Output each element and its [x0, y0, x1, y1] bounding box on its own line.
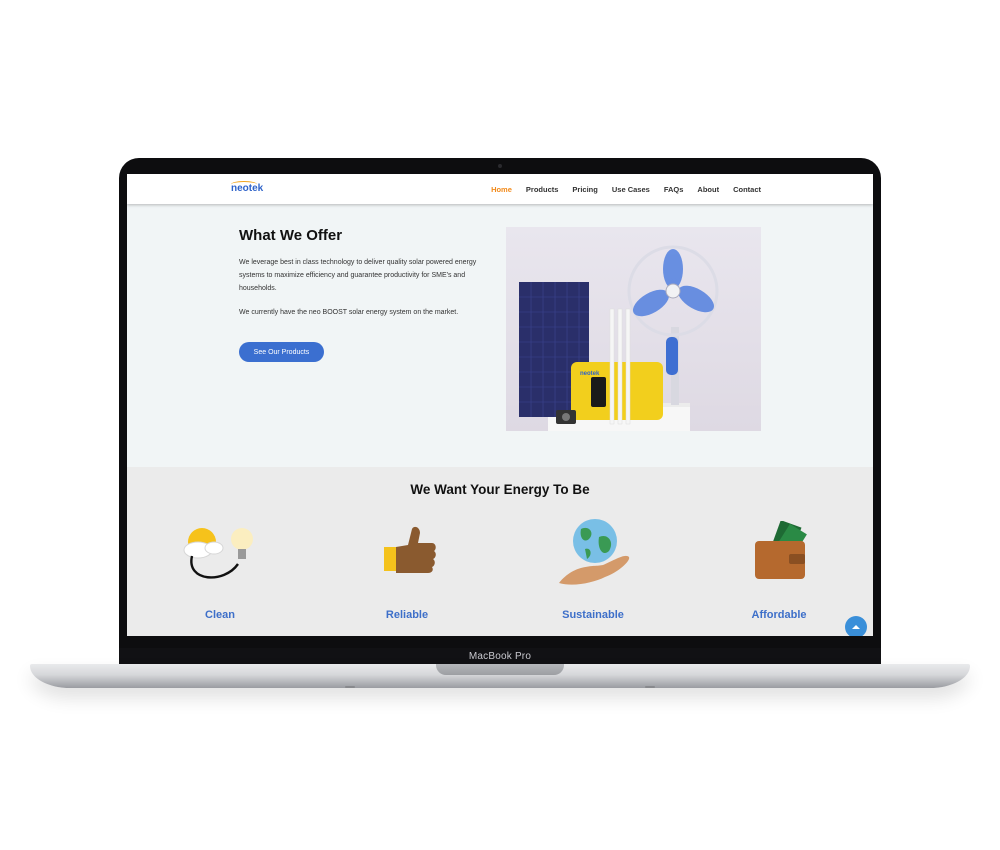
logo[interactable]: neotek — [231, 183, 263, 194]
nav-item-use-cases[interactable]: Use Cases — [612, 185, 650, 194]
globe-in-hand-icon — [559, 519, 630, 585]
energy-section: We Want Your Energy To Be Clean Reliable — [127, 467, 873, 636]
feature-affordable-label: Affordable — [751, 609, 807, 621]
offer-paragraph-2: We currently have the neo BOOST solar en… — [239, 309, 459, 316]
laptop-foot — [645, 686, 655, 688]
feature-reliable-label: Reliable — [385, 609, 429, 621]
feature-sustainable-label: Sustainable — [562, 609, 624, 621]
feature-affordable: Affordable — [719, 467, 839, 636]
nav-menu: Home Products Pricing Use Cases FAQs Abo… — [491, 174, 761, 204]
nav-item-contact[interactable]: Contact — [733, 185, 761, 194]
product-image: neotek — [506, 227, 761, 431]
camera-icon — [498, 164, 502, 168]
laptop-notch — [436, 664, 564, 675]
device-label: MacBook Pro — [468, 651, 532, 662]
chevron-up-icon — [852, 625, 860, 629]
sun-cloud-bulb-icon — [183, 528, 253, 579]
nav-item-pricing[interactable]: Pricing — [572, 185, 597, 194]
feature-sustainable: Sustainable — [533, 467, 653, 636]
nav-item-home[interactable]: Home — [491, 185, 512, 194]
navbar: neotek Home Products Pricing Use Cases F… — [127, 174, 873, 204]
see-products-button[interactable]: See Our Products — [239, 342, 324, 362]
thumbs-up-icon — [384, 526, 436, 573]
wallet-cash-icon — [755, 521, 807, 579]
nav-item-faqs[interactable]: FAQs — [664, 185, 684, 194]
feature-clean-label: Clean — [205, 609, 235, 621]
offer-title: What We Offer — [239, 227, 343, 244]
nav-item-products[interactable]: Products — [526, 185, 559, 194]
device-logo: neotek — [580, 371, 600, 377]
offer-paragraph-1: We leverage best in class technology to … — [239, 259, 477, 292]
solar-kit-illustration: neotek — [519, 245, 719, 431]
nav-item-about[interactable]: About — [697, 185, 719, 194]
feature-clean: Clean — [160, 467, 280, 636]
laptop-foot — [345, 686, 355, 688]
scroll-to-top-button[interactable] — [845, 616, 867, 636]
browser-viewport: neotek Home Products Pricing Use Cases F… — [127, 174, 873, 636]
feature-reliable: Reliable — [347, 467, 467, 636]
